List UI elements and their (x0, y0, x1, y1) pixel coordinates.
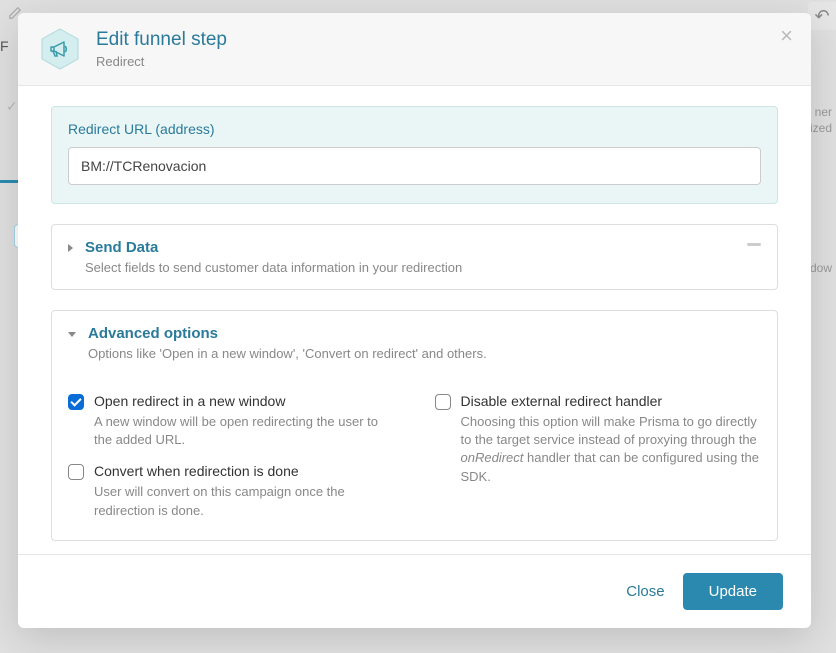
option-convert-on-done: Convert when redirection is done User wi… (68, 463, 395, 519)
option-help: User will convert on this campaign once … (94, 483, 395, 519)
convert-on-done-checkbox[interactable] (68, 464, 84, 480)
redirect-url-label: Redirect URL (address) (68, 121, 761, 137)
option-label: Convert when redirection is done (94, 463, 395, 479)
advanced-options-desc: Options like 'Open in a new window', 'Co… (88, 346, 487, 361)
minus-icon (747, 243, 761, 246)
option-help: Choosing this option will make Prisma to… (461, 413, 762, 486)
advanced-options-title: Advanced options (88, 325, 487, 342)
option-open-new-window: Open redirect in a new window A new wind… (68, 393, 395, 449)
close-button[interactable]: Close (626, 583, 664, 600)
modal-header: Edit funnel step Redirect × (18, 13, 811, 86)
send-data-header[interactable]: Send Data Select fields to send customer… (52, 225, 777, 289)
option-label: Open redirect in a new window (94, 393, 395, 409)
update-button[interactable]: Update (683, 573, 783, 610)
redirect-url-input[interactable] (68, 147, 761, 185)
advanced-options-content: Open redirect in a new window A new wind… (52, 375, 777, 540)
caret-down-icon (68, 332, 76, 337)
option-help: A new window will be open redirecting th… (94, 413, 395, 449)
undo-icon: ↶ (808, 2, 836, 30)
bg-text-right: ner lized dow (807, 105, 832, 277)
option-disable-handler: Disable external redirect handler Choosi… (435, 393, 762, 486)
send-data-desc: Select fields to send customer data info… (85, 260, 462, 275)
advanced-options-panel: Advanced options Options like 'Open in a… (51, 310, 778, 541)
bg-text: F (0, 38, 9, 54)
modal-title: Edit funnel step (96, 29, 227, 52)
send-data-panel: Send Data Select fields to send customer… (51, 224, 778, 290)
open-new-window-checkbox[interactable] (68, 394, 84, 410)
modal-dialog: Edit funnel step Redirect × Redirect URL… (18, 13, 811, 628)
disable-handler-checkbox[interactable] (435, 394, 451, 410)
send-data-title: Send Data (85, 239, 462, 256)
check-icon: ✓ (6, 98, 18, 115)
caret-right-icon (68, 244, 73, 252)
close-icon[interactable]: × (780, 25, 793, 47)
redirect-url-panel: Redirect URL (address) (51, 106, 778, 204)
megaphone-icon (38, 27, 82, 71)
option-label: Disable external redirect handler (461, 393, 762, 409)
modal-footer: Close Update (18, 554, 811, 628)
advanced-options-header[interactable]: Advanced options Options like 'Open in a… (52, 311, 777, 375)
modal-body: Redirect URL (address) Send Data Select … (18, 86, 811, 554)
modal-subtitle: Redirect (96, 54, 227, 69)
